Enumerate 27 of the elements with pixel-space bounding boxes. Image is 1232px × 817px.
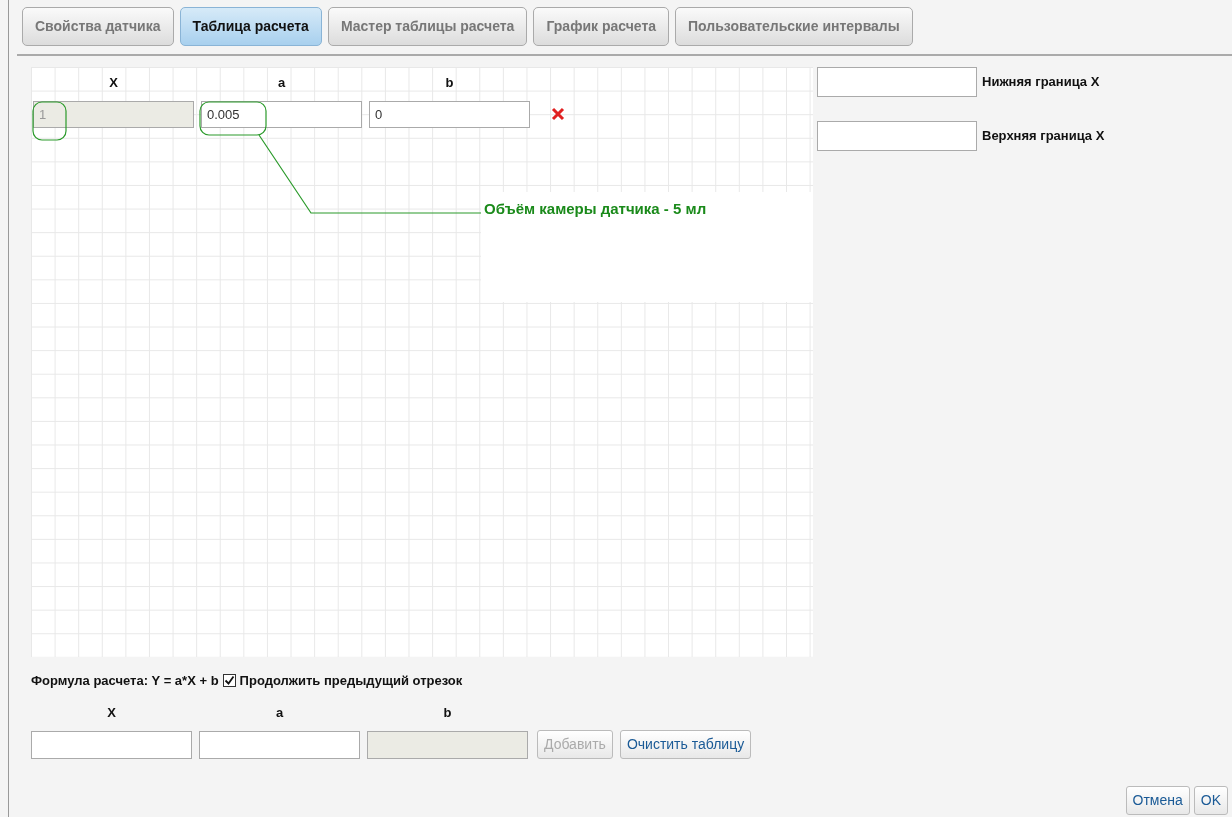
add-input[interactable] [31, 730, 192, 759]
table-input[interactable]: 0 [369, 100, 530, 128]
field-label: Нижняя граница X [982, 73, 1100, 92]
column-header: a [276, 74, 287, 92]
column-header: b [442, 703, 453, 722]
column-header: b [444, 74, 455, 92]
tab[interactable]: Таблица расчета [179, 7, 322, 46]
delete-icon[interactable] [551, 107, 565, 121]
table-input[interactable]: 0.005 [201, 100, 362, 128]
dialog-button[interactable]: OK [1193, 786, 1228, 815]
dialog-button[interactable]: Отмена [1125, 786, 1190, 815]
tab[interactable]: Мастер таблицы расчета [327, 7, 528, 46]
add-input[interactable] [199, 730, 360, 759]
column-header: X [108, 74, 119, 92]
field-label: Верхняя граница X [982, 127, 1105, 146]
tab[interactable]: График расчета [533, 7, 670, 46]
bound-input[interactable] [817, 67, 977, 97]
checkbox[interactable] [222, 674, 236, 688]
tab[interactable]: Пользовательские интервалы [675, 7, 913, 46]
tab[interactable]: Свойства датчика [22, 7, 174, 46]
annotation-text: Объём камеры датчика - 5 мл [483, 199, 708, 219]
checkbox-label: Продолжить предыдущий отрезок [239, 672, 463, 690]
action-button[interactable]: Очистить таблицу [619, 730, 752, 759]
column-header: X [106, 703, 117, 722]
formula-text: Формула расчета: Y = a*X + b [31, 672, 219, 690]
column-header: a [274, 703, 285, 722]
bound-input[interactable] [817, 121, 977, 151]
